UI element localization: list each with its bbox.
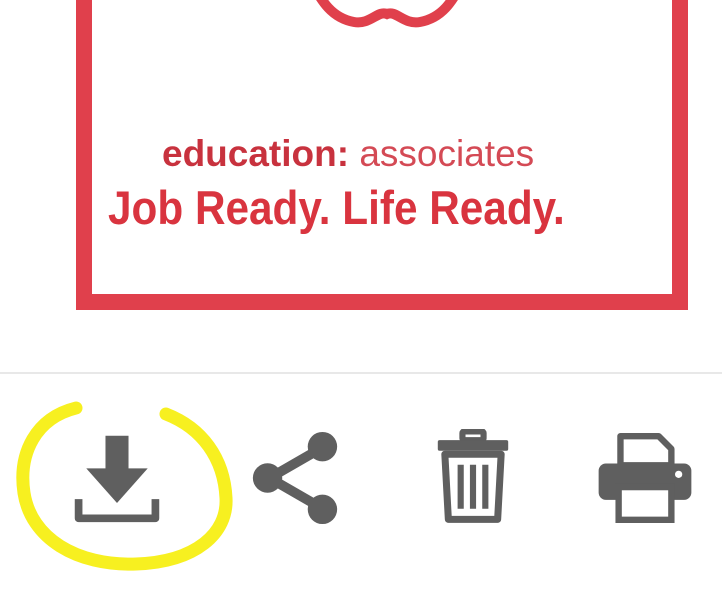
brand-name: education: associates	[162, 133, 534, 175]
share-button[interactable]	[240, 418, 350, 538]
logo-mark-icon	[316, 0, 458, 28]
print-button[interactable]	[590, 418, 700, 538]
brand-tagline: Job Ready. Life Ready.	[108, 181, 565, 234]
document-preview: education: associates Job Ready. Life Re…	[76, 0, 688, 310]
printer-icon	[598, 433, 692, 523]
download-icon	[74, 435, 160, 523]
brand-name-bold: education:	[162, 133, 350, 174]
brand-name-light: associates	[349, 133, 535, 174]
trash-icon	[437, 429, 509, 523]
download-button[interactable]	[62, 418, 172, 538]
delete-button[interactable]	[418, 418, 528, 538]
share-icon	[252, 431, 338, 525]
toolbar-divider	[0, 372, 722, 374]
